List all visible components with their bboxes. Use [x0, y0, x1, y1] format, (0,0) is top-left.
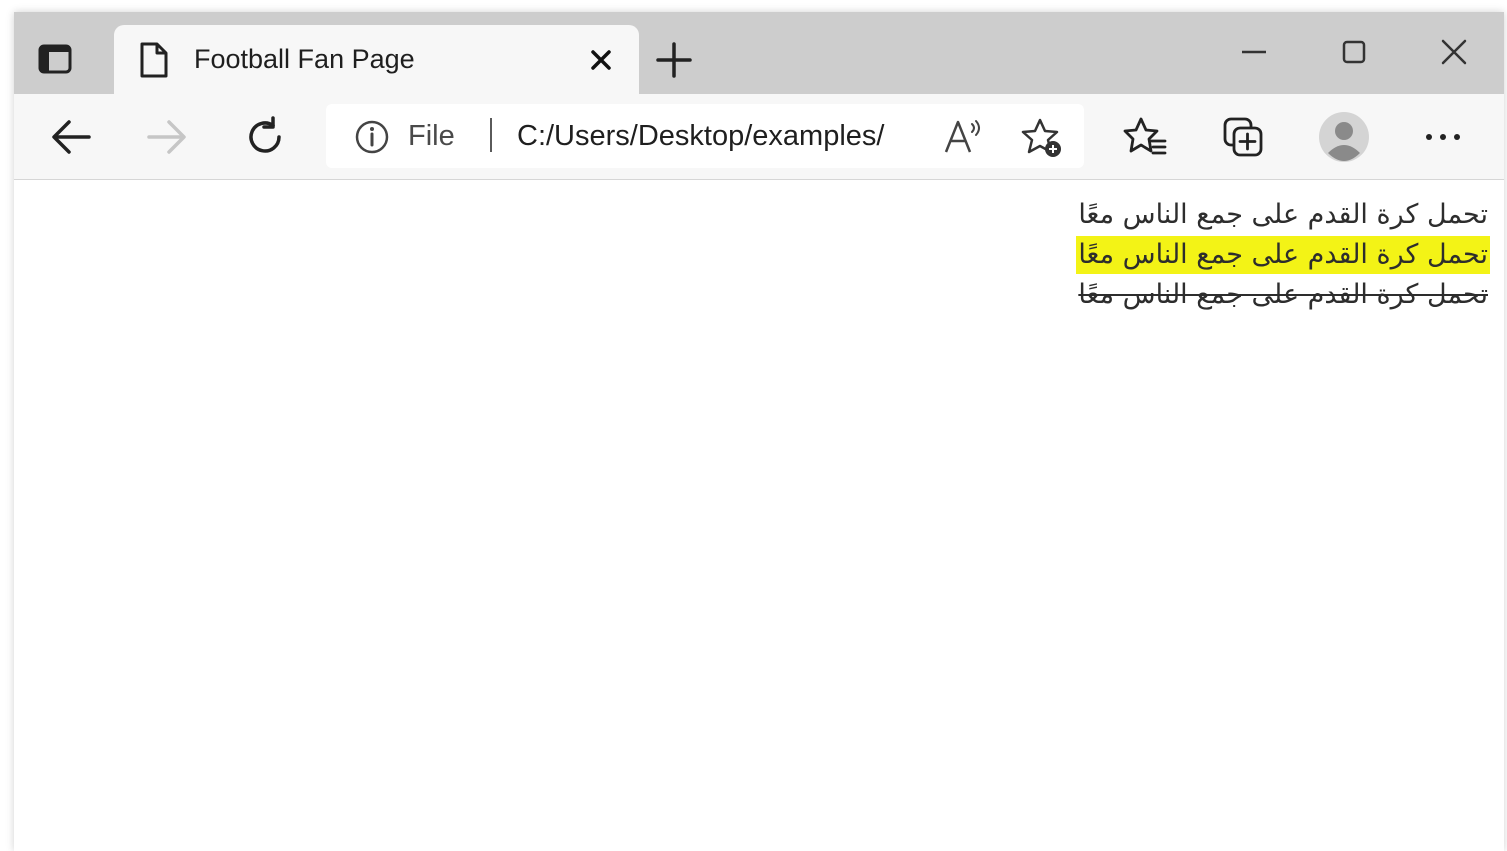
- forward-icon[interactable]: [144, 114, 190, 160]
- favorites-icon[interactable]: [1122, 114, 1168, 160]
- toolbar: File C:/Users/Desktop/examples/: [14, 94, 1504, 180]
- page-icon: [138, 41, 170, 79]
- address-bar[interactable]: File C:/Users/Desktop/examples/: [326, 104, 1084, 168]
- text-line-normal: تحمل كرة القدم على جمع الناس معًا: [1078, 199, 1488, 230]
- tab-actions-icon[interactable]: [38, 42, 72, 76]
- more-icon[interactable]: [1420, 114, 1466, 160]
- window-close-icon[interactable]: [1434, 32, 1474, 72]
- address-url[interactable]: C:/Users/Desktop/examples/: [517, 120, 884, 153]
- text-line-strikethrough: تحمل كرة القدم على جمع الناس معًا: [1078, 279, 1488, 310]
- maximize-icon[interactable]: [1334, 32, 1374, 72]
- address-separator: [490, 118, 492, 152]
- add-favorite-icon[interactable]: [1020, 116, 1064, 160]
- browser-window: Football Fan Page File C:/Users/Desktop/…: [14, 12, 1504, 851]
- profile-avatar[interactable]: [1318, 111, 1370, 163]
- back-icon[interactable]: [48, 114, 94, 160]
- tab-title: Football Fan Page: [194, 44, 415, 74]
- new-tab-icon[interactable]: [654, 40, 694, 80]
- page-content: تحمل كرة القدم على جمع الناس معًا تحمل ك…: [14, 180, 1504, 851]
- address-scheme-label: File: [408, 120, 455, 152]
- close-tab-icon[interactable]: [586, 45, 616, 75]
- collections-icon[interactable]: [1220, 114, 1266, 160]
- refresh-icon[interactable]: [242, 114, 288, 160]
- tab-strip: Football Fan Page: [14, 12, 1504, 94]
- read-aloud-icon[interactable]: [942, 116, 986, 156]
- info-icon[interactable]: [354, 119, 390, 155]
- text-line-highlighted: تحمل كرة القدم على جمع الناس معًا: [1076, 236, 1490, 274]
- minimize-icon[interactable]: [1234, 32, 1274, 72]
- active-tab[interactable]: Football Fan Page: [114, 25, 639, 94]
